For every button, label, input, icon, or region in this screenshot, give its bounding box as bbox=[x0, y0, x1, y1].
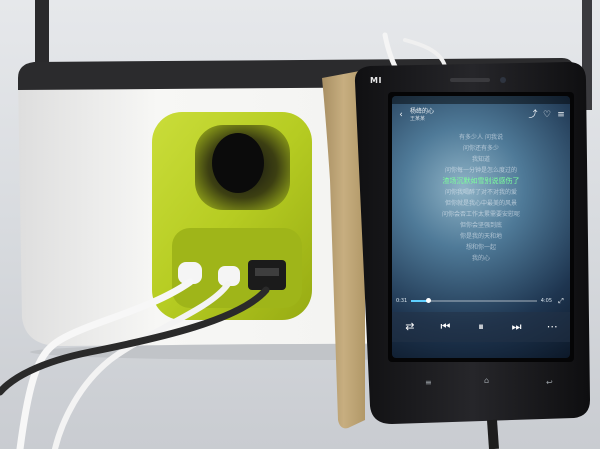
lyric-line: 问你还有多少 bbox=[462, 145, 499, 152]
menu-key-icon[interactable]: ≡ bbox=[425, 378, 432, 387]
total-time: 4:05 bbox=[540, 298, 552, 304]
current-lyric-line: 渣场沉默如雪别说感伤了 bbox=[442, 177, 520, 185]
lyric-line: 但你就是我心中最美的风景 bbox=[444, 200, 517, 207]
lyric-line: 想和你一起 bbox=[465, 244, 496, 251]
lyric-line: 有多少人 问我说 bbox=[459, 134, 503, 141]
player-title-bar: ‹ 杨绛的心 王某某 ⤴ ♡ ≡ bbox=[392, 104, 570, 126]
previous-icon[interactable]: ⏮ bbox=[437, 319, 453, 335]
stand-pole bbox=[35, 0, 49, 70]
elapsed-time: 0:31 bbox=[396, 298, 408, 304]
back-key-icon[interactable]: ↩ bbox=[546, 378, 553, 387]
repeat-icon[interactable]: ⇄ bbox=[402, 319, 418, 335]
more-icon[interactable]: ⋯ bbox=[544, 319, 560, 335]
usb-plug-inner bbox=[255, 268, 279, 276]
progress-knob[interactable] bbox=[425, 298, 431, 303]
lyric-line: 你是我的天和地 bbox=[459, 233, 502, 240]
lyric-line: 问你会否工作太累需要安慰呢 bbox=[441, 211, 520, 218]
progress-row: 0:31 4:05 ⤢ bbox=[396, 296, 566, 306]
song-title: 杨绛的心 bbox=[410, 108, 435, 115]
lyric-line: 我的心 bbox=[471, 255, 490, 262]
share-icon[interactable]: ⤴ bbox=[528, 110, 538, 120]
fullscreen-icon[interactable]: ⤢ bbox=[556, 296, 566, 306]
menu-icon[interactable]: ≡ bbox=[556, 110, 566, 120]
front-camera-icon bbox=[500, 77, 506, 83]
bass-port-hole bbox=[212, 133, 264, 193]
progress-track[interactable] bbox=[411, 298, 537, 303]
song-artist: 王某某 bbox=[410, 116, 426, 122]
song-info: 杨绛的心 王某某 bbox=[410, 108, 524, 122]
heart-icon[interactable]: ♡ bbox=[542, 110, 552, 120]
lyric-line: 问你每一分钟是怎么度过的 bbox=[444, 167, 517, 174]
back-icon[interactable]: ‹ bbox=[396, 110, 406, 120]
lyric-line: 我知道 bbox=[471, 156, 490, 163]
playback-controls: ⇄ ⏮ ⏸ ⏭ ⋯ bbox=[392, 312, 570, 342]
lyric-line: 但你会坚强到底 bbox=[459, 222, 502, 229]
phone-bottom-cable bbox=[487, 419, 499, 449]
earpiece bbox=[450, 78, 490, 82]
brand-logo: MI bbox=[370, 76, 382, 85]
lyric-line: 问你我喝醉了对不对我的爱 bbox=[444, 189, 517, 196]
status-bar bbox=[392, 96, 570, 104]
lyrics-panel: 有多少人 问我说 问你还有多少 我知道问你每一分钟是怎么度过的 渣场沉默如雪别说感伤了… bbox=[392, 132, 570, 264]
home-key-icon[interactable]: ⌂ bbox=[484, 376, 489, 385]
phone-screen: ‹ 杨绛的心 王某某 ⤴ ♡ ≡ 有多少人 问我说 问你还有多少 我知道问你每一分钟… bbox=[392, 96, 570, 358]
pause-icon[interactable]: ⏸ bbox=[473, 319, 489, 335]
next-icon[interactable]: ⏭ bbox=[509, 319, 525, 335]
